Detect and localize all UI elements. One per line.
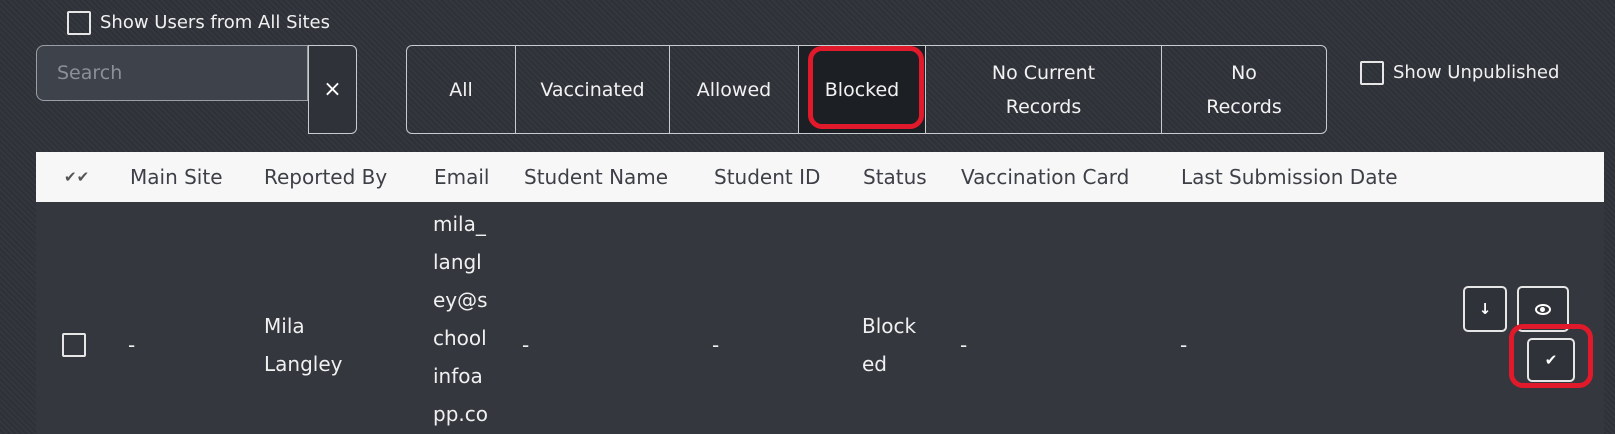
col-vaccination-card[interactable]: Vaccination Card (961, 152, 1129, 202)
search-box (36, 45, 308, 101)
select-all-icon[interactable]: ✔✔ (64, 152, 89, 202)
view-button[interactable] (1517, 286, 1569, 332)
filter-allowed[interactable]: Allowed (670, 46, 799, 133)
show-all-sites-label: Show Users from All Sites (100, 12, 331, 33)
cell-email: mila_ langl ey@s chool infoa pp.co (433, 212, 488, 426)
approve-button[interactable]: ✔ (1527, 338, 1575, 382)
col-main-site[interactable]: Main Site (130, 152, 223, 202)
filter-blocked[interactable]: Blocked (799, 46, 926, 133)
col-student-id[interactable]: Student ID (714, 152, 820, 202)
filter-all[interactable]: All (407, 46, 516, 133)
eye-icon (1535, 303, 1551, 315)
cell-last-submission-date: - (1180, 333, 1188, 357)
close-icon: × (323, 77, 342, 102)
table-row: - Mila Langley mila_ langl ey@s chool in… (36, 202, 1604, 434)
check-icon: ✔ (1544, 351, 1558, 369)
download-icon: ↓ (1478, 300, 1492, 318)
show-unpublished-label: Show Unpublished (1393, 62, 1560, 83)
clear-search-button[interactable]: × (308, 45, 357, 134)
show-all-sites-checkbox[interactable] (67, 11, 91, 35)
cell-reported-by: Mila Langley (264, 314, 343, 376)
col-email[interactable]: Email (434, 152, 490, 202)
filter-no-current-records[interactable]: No Current Records (926, 46, 1162, 133)
status-filter-group: All Vaccinated Allowed Blocked No Curren… (406, 45, 1327, 134)
cell-status: Block ed (862, 314, 917, 376)
filter-no-records[interactable]: No Records (1162, 46, 1326, 133)
filter-vaccinated[interactable]: Vaccinated (516, 46, 670, 133)
col-status[interactable]: Status (863, 152, 927, 202)
row-checkbox[interactable] (62, 333, 86, 357)
show-unpublished-checkbox[interactable] (1360, 61, 1384, 85)
col-reported-by[interactable]: Reported By (264, 152, 387, 202)
col-last-submission-date[interactable]: Last Submission Date (1181, 152, 1398, 202)
download-button[interactable]: ↓ (1463, 286, 1507, 332)
cell-student-id: - (712, 333, 720, 357)
cell-vaccination-card: - (960, 333, 968, 357)
cell-main-site: - (128, 333, 136, 357)
col-student-name[interactable]: Student Name (524, 152, 668, 202)
cell-student-name: - (522, 333, 530, 357)
table-header: ✔✔ Main Site Reported By Email Student N… (36, 152, 1604, 202)
search-input[interactable] (37, 46, 307, 100)
